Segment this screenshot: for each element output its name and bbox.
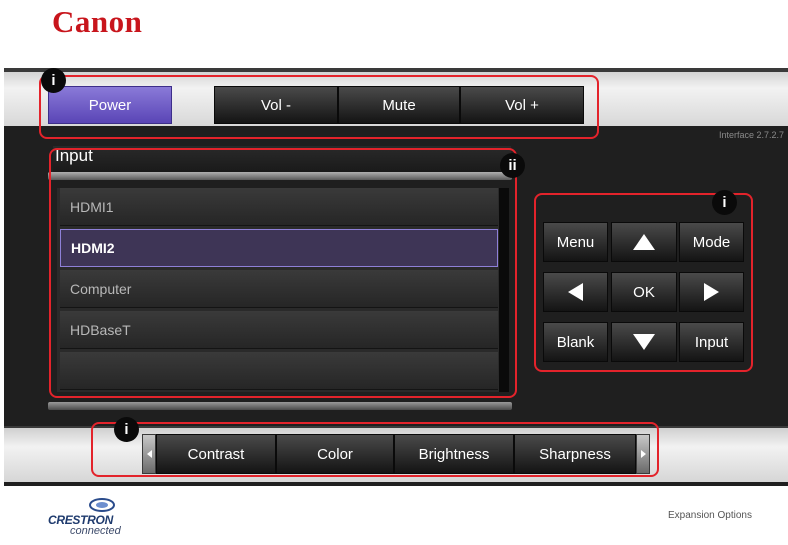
volume-down-button[interactable]: Vol - [214, 86, 338, 124]
mute-button[interactable]: Mute [338, 86, 460, 124]
canon-logo: Canon [52, 4, 143, 39]
picture-scroll-left[interactable] [142, 434, 156, 474]
ok-button[interactable]: OK [611, 272, 677, 312]
mode-button[interactable]: Mode [679, 222, 744, 262]
input-title-divider [48, 172, 512, 180]
picture-scroll-right[interactable] [636, 434, 650, 474]
brightness-button[interactable]: Brightness [394, 434, 514, 474]
triangle-up-icon [633, 234, 655, 250]
power-bar: Power Vol - Mute Vol + [4, 68, 788, 126]
input-item-empty[interactable] [60, 352, 498, 390]
crestron-swirl-icon [89, 498, 115, 512]
scroll-right-icon [640, 450, 646, 458]
up-button[interactable] [611, 222, 677, 262]
interface-version: Interface 2.7.2.7 [718, 130, 784, 140]
input-list-scrollbar[interactable] [499, 188, 509, 392]
picture-bar-marker: i [114, 417, 139, 442]
input-item-hdmi2[interactable]: HDMI2 [60, 229, 498, 267]
crestron-connected-logo: CRESTRON connected [48, 496, 168, 540]
power-button[interactable]: Power [48, 86, 172, 124]
nav-pad-marker: i [712, 190, 737, 215]
volume-up-button[interactable]: Vol + [460, 86, 584, 124]
triangle-down-icon [633, 334, 655, 350]
triangle-right-icon [704, 283, 719, 301]
color-button[interactable]: Color [276, 434, 394, 474]
input-list-marker: ii [500, 153, 525, 178]
input-item-hdbaset[interactable]: HDBaseT [60, 311, 498, 349]
input-item-hdmi1[interactable]: HDMI1 [60, 188, 498, 226]
triangle-left-icon [568, 283, 583, 301]
input-button[interactable]: Input [679, 322, 744, 362]
sharpness-button[interactable]: Sharpness [514, 434, 636, 474]
input-source-list: HDMI1 HDMI2 Computer HDBaseT [57, 188, 499, 392]
expansion-options-link[interactable]: Expansion Options [668, 510, 752, 521]
input-panel-title: Input [53, 146, 511, 172]
scroll-left-icon [146, 450, 152, 458]
contrast-button[interactable]: Contrast [156, 434, 276, 474]
input-item-computer[interactable]: Computer [60, 270, 498, 308]
blank-button[interactable]: Blank [543, 322, 608, 362]
down-button[interactable] [611, 322, 677, 362]
crestron-subtitle: connected [70, 525, 121, 537]
input-list-footer [48, 402, 512, 410]
menu-button[interactable]: Menu [543, 222, 608, 262]
left-button[interactable] [543, 272, 608, 312]
power-bar-marker: i [41, 68, 66, 93]
right-button[interactable] [679, 272, 744, 312]
